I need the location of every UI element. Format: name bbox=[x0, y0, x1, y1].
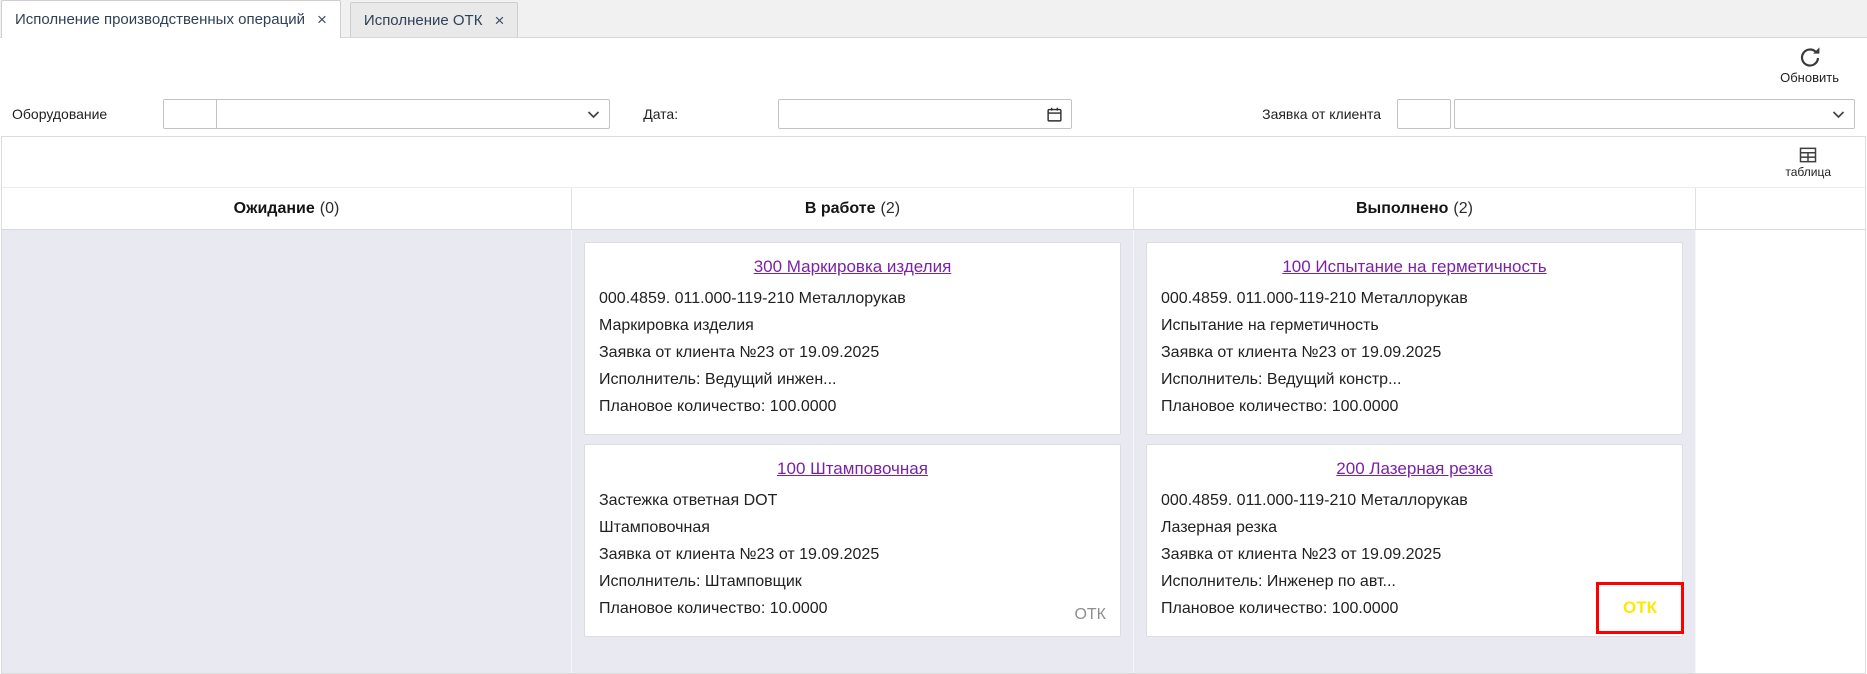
column-3: 100 Испытание на герметичность 000.4859. … bbox=[1134, 230, 1696, 673]
column-header-1: Ожидание (0) bbox=[2, 188, 572, 229]
board-header-spacer bbox=[1696, 188, 1865, 229]
card-line: Исполнитель: Инженер по авт... bbox=[1161, 568, 1668, 595]
tab-label: Исполнение производственных операций bbox=[15, 11, 305, 28]
actions-row: Обновить bbox=[0, 38, 1867, 92]
otk-badge: ОТК bbox=[1074, 606, 1106, 624]
column-2: 300 Маркировка изделия 000.4859. 011.000-… bbox=[572, 230, 1134, 673]
column-count: (0) bbox=[320, 200, 340, 218]
card-line: Плановое количество: 100.0000 bbox=[599, 393, 1106, 420]
refresh-button[interactable]: Обновить bbox=[1780, 45, 1839, 85]
client-request-select[interactable] bbox=[1454, 99, 1855, 129]
chevron-down-icon bbox=[1832, 110, 1845, 119]
equipment-filter bbox=[163, 99, 610, 129]
card-title-link[interactable]: 300 Маркировка изделия bbox=[599, 257, 1106, 277]
otk-badge-highlighted: ОТК bbox=[1596, 582, 1684, 634]
column-title: В работе bbox=[805, 200, 876, 218]
close-icon[interactable]: × bbox=[317, 11, 327, 28]
table-view-label: таблица bbox=[1785, 165, 1831, 179]
tab-label: Исполнение ОТК bbox=[364, 12, 483, 29]
card-line: 000.4859. 011.000-119-210 Металлорукав bbox=[599, 285, 1106, 312]
board-header-row: Ожидание (0) В работе (2) Выполнено (2) bbox=[2, 187, 1865, 230]
column-count: (2) bbox=[1453, 200, 1473, 218]
equipment-select[interactable] bbox=[217, 99, 610, 129]
date-filter-label: Дата: bbox=[643, 106, 678, 122]
panel-toolbar: таблица bbox=[2, 137, 1865, 187]
card-line: 000.4859. 011.000-119-210 Металлорукав bbox=[1161, 285, 1668, 312]
filter-row: Оборудование Дата: Заявка от клиента bbox=[0, 92, 1867, 136]
tab-bar: Исполнение производственных операций × И… bbox=[0, 0, 1867, 38]
card-line: Плановое количество: 100.0000 bbox=[1161, 393, 1668, 420]
column-1 bbox=[2, 230, 572, 673]
refresh-icon bbox=[1798, 45, 1822, 69]
equipment-filter-label: Оборудование bbox=[12, 106, 107, 122]
card-line: Плановое количество: 100.0000 bbox=[1161, 595, 1668, 622]
close-icon[interactable]: × bbox=[494, 12, 504, 29]
card-line: Заявка от клиента №23 от 19.09.2025 bbox=[599, 541, 1106, 568]
equipment-code-input[interactable] bbox=[163, 99, 217, 129]
card-line: 000.4859. 011.000-119-210 Металлорукав bbox=[1161, 487, 1668, 514]
card-title-link[interactable]: 100 Штамповочная bbox=[599, 459, 1106, 479]
card-line: Заявка от клиента №23 от 19.09.2025 bbox=[1161, 541, 1668, 568]
client-request-code-input[interactable] bbox=[1397, 99, 1451, 129]
column-title: Выполнено bbox=[1356, 200, 1448, 218]
card-title-link[interactable]: 100 Испытание на герметичность bbox=[1161, 257, 1668, 277]
client-request-filter-label: Заявка от клиента bbox=[1262, 106, 1381, 122]
card-line: Исполнитель: Штамповщик bbox=[599, 568, 1106, 595]
card-line: Штамповочная bbox=[599, 514, 1106, 541]
kanban-card[interactable]: 100 Штамповочная Застежка ответная DOTШта… bbox=[584, 444, 1121, 637]
card-line: Маркировка изделия bbox=[599, 312, 1106, 339]
kanban-card[interactable]: 100 Испытание на герметичность 000.4859. … bbox=[1146, 242, 1683, 435]
column-title: Ожидание bbox=[234, 200, 315, 218]
date-filter bbox=[778, 99, 1072, 129]
table-view-button[interactable]: таблица bbox=[1785, 145, 1831, 179]
board-panel: таблица Ожидание (0) В работе (2) Выполнено (… bbox=[1, 136, 1866, 674]
card-line: Исполнитель: Ведущий констр... bbox=[1161, 366, 1668, 393]
card-line: Испытание на герметичность bbox=[1161, 312, 1668, 339]
kanban-board: 300 Маркировка изделия 000.4859. 011.000-… bbox=[2, 230, 1865, 673]
chevron-down-icon bbox=[587, 110, 600, 119]
card-line: Лазерная резка bbox=[1161, 514, 1668, 541]
kanban-card[interactable]: 200 Лазерная резка 000.4859. 011.000-119-… bbox=[1146, 444, 1683, 637]
date-input[interactable] bbox=[779, 101, 1038, 127]
kanban-card[interactable]: 300 Маркировка изделия 000.4859. 011.000-… bbox=[584, 242, 1121, 435]
card-title-link[interactable]: 200 Лазерная резка bbox=[1161, 459, 1668, 479]
column-count: (2) bbox=[881, 200, 901, 218]
card-line: Плановое количество: 10.0000 bbox=[599, 595, 1106, 622]
column-header-2: В работе (2) bbox=[572, 188, 1134, 229]
card-line: Заявка от клиента №23 от 19.09.2025 bbox=[1161, 339, 1668, 366]
refresh-label: Обновить bbox=[1780, 70, 1839, 85]
board-spacer bbox=[1696, 230, 1865, 673]
tab-otk[interactable]: Исполнение ОТК × bbox=[350, 2, 518, 37]
calendar-icon[interactable] bbox=[1038, 106, 1071, 123]
table-grid-icon bbox=[1798, 145, 1818, 165]
card-line: Заявка от клиента №23 от 19.09.2025 bbox=[599, 339, 1106, 366]
column-header-3: Выполнено (2) bbox=[1134, 188, 1696, 229]
card-line: Исполнитель: Ведущий инжен... bbox=[599, 366, 1106, 393]
card-line: Застежка ответная DOT bbox=[599, 487, 1106, 514]
tab-production-operations[interactable]: Исполнение производственных операций × bbox=[1, 0, 341, 38]
